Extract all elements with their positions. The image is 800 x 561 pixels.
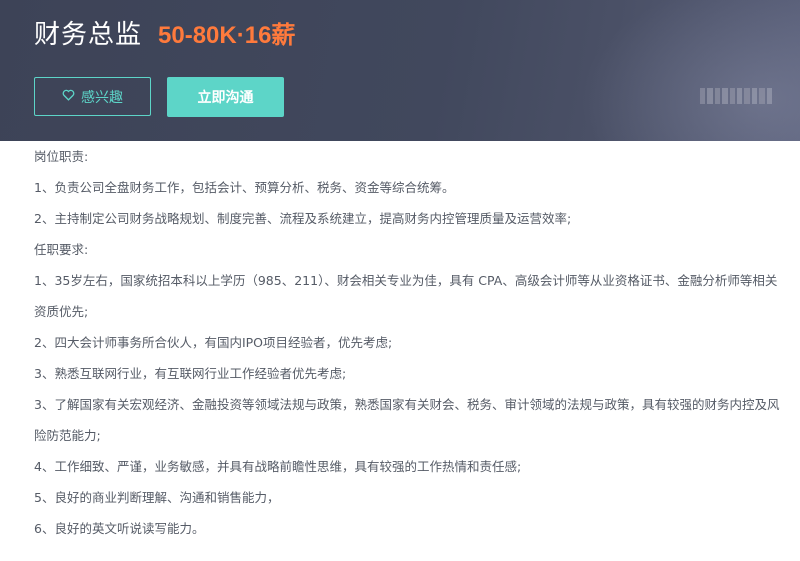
blurred-info xyxy=(700,88,773,104)
description-line: 1、35岁左右，国家统招本科以上学历（985、211）、财会相关专业为佳，具有 … xyxy=(34,273,778,288)
description-line: 5、良好的商业判断理解、沟通和销售能力， xyxy=(34,490,280,505)
salary-label: 50-80K·16薪 xyxy=(158,22,296,49)
job-title: 财务总监 xyxy=(34,20,143,50)
description-line: 岗位职责: xyxy=(34,149,89,164)
chat-now-button-label: 立即沟通 xyxy=(197,90,254,106)
description-line: 1、负责公司全盘财务工作，包括会计、预算分析、税务、资金等综合统筹。 xyxy=(34,180,455,195)
job-description: 岗位职责: 1、负责公司全盘财务工作，包括会计、预算分析、税务、资金等综合统筹。… xyxy=(34,141,794,544)
heart-icon xyxy=(62,89,75,105)
description-line: 险防范能力; xyxy=(34,428,101,443)
description-line: 3、了解国家有关宏观经济、金融投资等领域法规与政策，熟悉国家有关财会、税务、审计… xyxy=(34,397,780,412)
description-line: 任职要求: xyxy=(34,242,89,257)
interest-button[interactable]: 感兴趣 xyxy=(34,77,151,116)
description-line: 2、四大会计师事务所合伙人，有国内IPO项目经验者，优先考虑; xyxy=(34,335,393,350)
description-line: 3、熟悉互联网行业，有互联网行业工作经验者优先考虑; xyxy=(34,366,347,381)
chat-now-button[interactable]: 立即沟通 xyxy=(167,77,284,117)
header-decoration xyxy=(580,0,800,141)
interest-button-label: 感兴趣 xyxy=(81,89,123,106)
description-line: 4、工作细致、严谨，业务敏感，并具有战略前瞻性思维，具有较强的工作热情和责任感; xyxy=(34,459,522,474)
description-line: 资质优先; xyxy=(34,304,89,319)
job-header: 财务总监 50-80K·16薪 感兴趣 立即沟通 xyxy=(0,0,800,141)
description-line: 2、主持制定公司财务战略规划、制度完善、流程及系统建立，提高财务内控管理质量及运… xyxy=(34,211,572,226)
description-line: 6、良好的英文听说读写能力。 xyxy=(34,521,205,536)
title-row: 财务总监 50-80K·16薪 xyxy=(34,14,295,51)
